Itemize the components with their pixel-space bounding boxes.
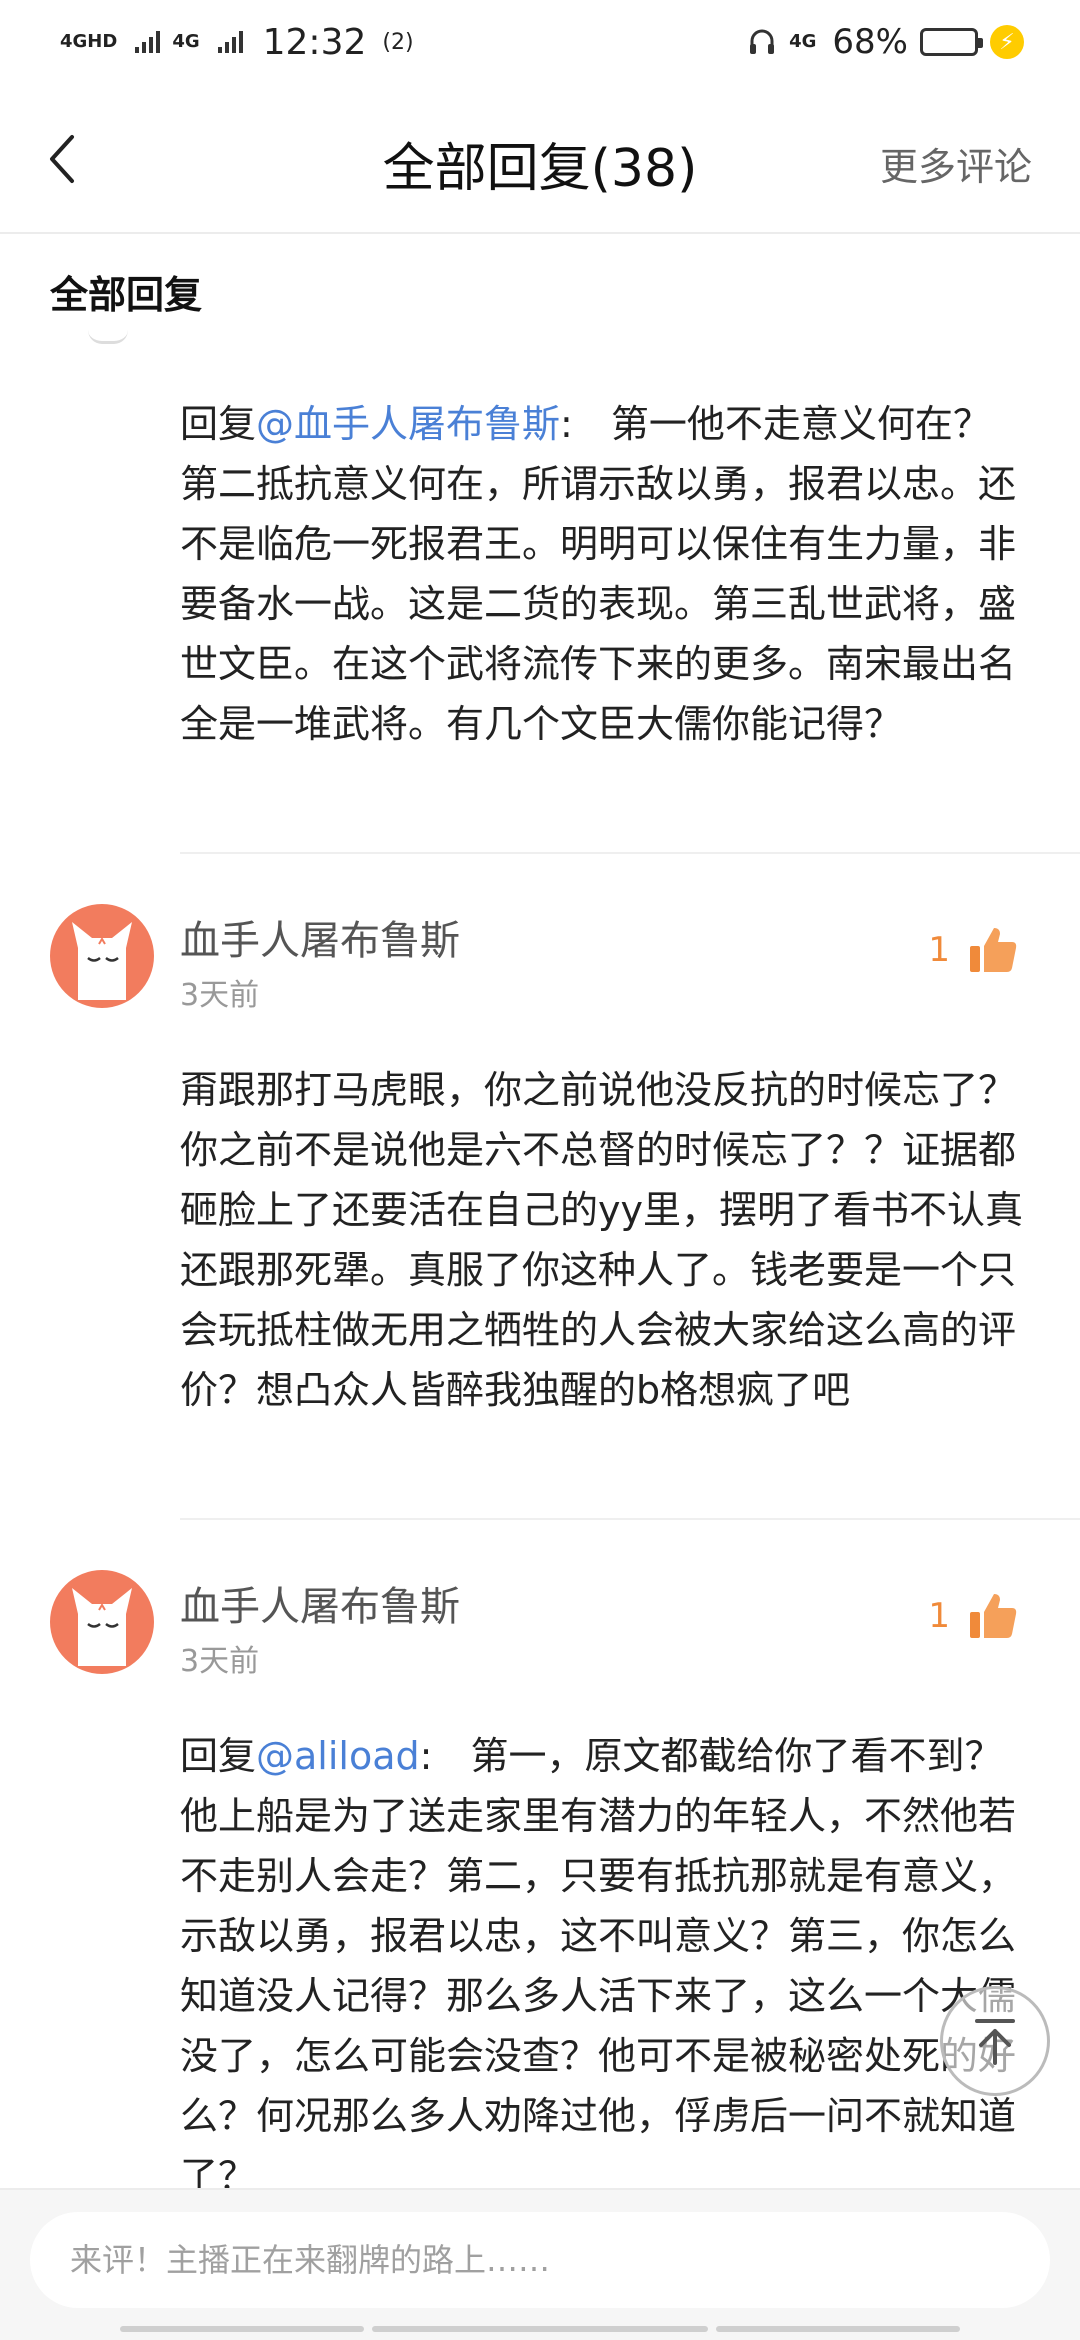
nav-bar: 全部回复(38) 更多评论 [0,84,1080,234]
reply-prefix: 回复 [180,1734,257,1778]
username[interactable]: 血手人屠布鲁斯 [180,1574,460,1632]
status-bar: 4GHD 4G 12:32 (2) 4G 68% ⚡ [0,0,1080,84]
like-button[interactable]: 1 [928,1590,1018,1642]
reply-body: : 第一，原文都截给你了看不到？他上船是为了送走家里有潜力的年轻人，不然他若不走… [180,1734,1017,2198]
like-count: 1 [928,1596,950,1636]
cat-avatar-icon [72,922,132,1000]
avatar-fragment [88,330,128,344]
battery-icon [920,28,983,56]
more-comments-link[interactable]: 更多评论 [880,136,1032,191]
headphones-icon [750,29,775,54]
like-count: 1 [928,930,950,970]
mention-link[interactable]: @aliload [256,1734,420,1778]
home-indicator [372,2326,708,2332]
avatar[interactable] [50,1570,154,1674]
signal-icon-2 [217,31,243,53]
clock: 12:32 [262,21,367,63]
status-left: 4GHD 4G 12:32 (2) [60,22,414,63]
signal-icon-1 [135,31,161,53]
hotspot-icon: (2) [382,29,414,55]
status-right: 4G 68% ⚡ [747,22,1024,62]
arrow-up-icon [975,2019,1015,2065]
divider [180,1518,1080,1520]
charging-icon: ⚡ [990,25,1024,59]
timestamp: 3天前 [180,1644,260,1679]
avatar[interactable] [50,904,154,1008]
timestamp: 3天前 [180,978,260,1013]
mention-link[interactable]: @血手人屠布鲁斯 [256,402,560,446]
home-indicator [120,2326,364,2332]
reply-prefix: 回复 [180,402,257,446]
comment-bar [0,2188,1080,2340]
like-button[interactable]: 1 [928,924,1018,976]
section-title: 全部回复 [50,273,203,317]
reply-body: : 第一他不走意义何在？第二抵抗意义何在，所谓示敌以勇，报君以忠。还不是临危一死… [180,402,1017,746]
scroll-to-top-button[interactable] [940,1986,1050,2096]
thumbs-up-icon [970,1594,1017,1638]
comment-text: 甭跟那打马虎眼，你之前说他没反抗的时候忘了？你之前不是说他是六不总督的时候忘了？… [180,1068,1023,1412]
network-indicator-1: 4GHD [60,31,118,52]
network-indicator-2: 4G [172,31,200,52]
battery-percent: 68% [832,22,908,62]
username[interactable]: 血手人屠布鲁斯 [180,908,460,966]
cat-avatar-icon [72,1588,132,1666]
comment-text: 回复@aliload: 第一，原文都截给你了看不到？他上船是为了送走家里有潜力的… [180,1726,1026,2206]
comment-input[interactable] [30,2212,1050,2308]
home-indicator [716,2326,960,2332]
thumbs-up-icon [970,928,1017,972]
divider [180,852,1080,854]
network-indicator-right: 4G [789,31,817,52]
reply-text: 回复@血手人屠布鲁斯: 第一他不走意义何在？第二抵抗意义何在，所谓示敌以勇，报君… [180,394,1026,754]
